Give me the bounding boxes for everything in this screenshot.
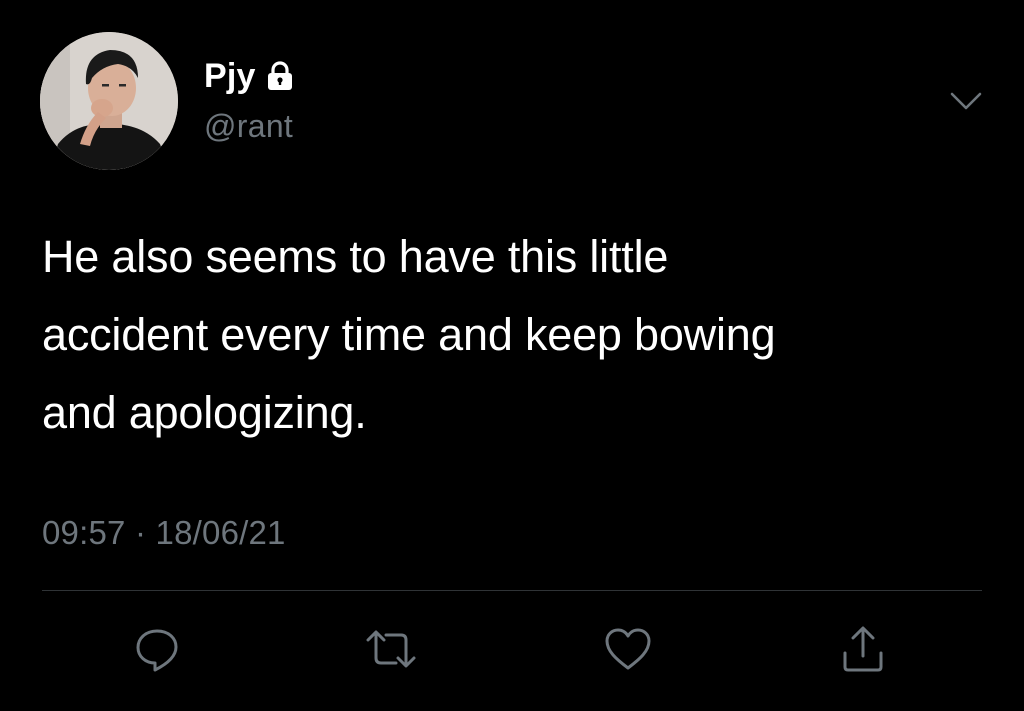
tweet-timestamp: 09:57 · 18/06/21: [42, 514, 286, 552]
user-avatar[interactable]: [40, 32, 178, 170]
display-name-row: Pjy: [204, 56, 294, 96]
chevron-down-icon[interactable]: [946, 86, 986, 116]
retweet-icon: [362, 624, 420, 679]
speech-bubble-icon: [132, 624, 182, 679]
display-name[interactable]: Pjy: [204, 57, 256, 96]
share-icon: [838, 623, 888, 680]
user-handle[interactable]: @rant: [204, 108, 293, 145]
tweet-text: He also seems to have this little accide…: [42, 231, 776, 438]
like-button[interactable]: [599, 622, 657, 680]
divider: [42, 590, 982, 591]
retweet-button[interactable]: [362, 622, 420, 680]
share-button[interactable]: [834, 622, 892, 680]
tweet-time[interactable]: 09:57: [42, 514, 126, 551]
tweet-card: Pjy @rant He also seems to have this lit…: [0, 0, 1024, 711]
lock-icon: [266, 61, 294, 91]
tweet-date[interactable]: 18/06/21: [156, 514, 286, 551]
heart-icon: [602, 624, 654, 679]
reply-button[interactable]: [128, 622, 186, 680]
meta-separator: ·: [134, 514, 147, 551]
